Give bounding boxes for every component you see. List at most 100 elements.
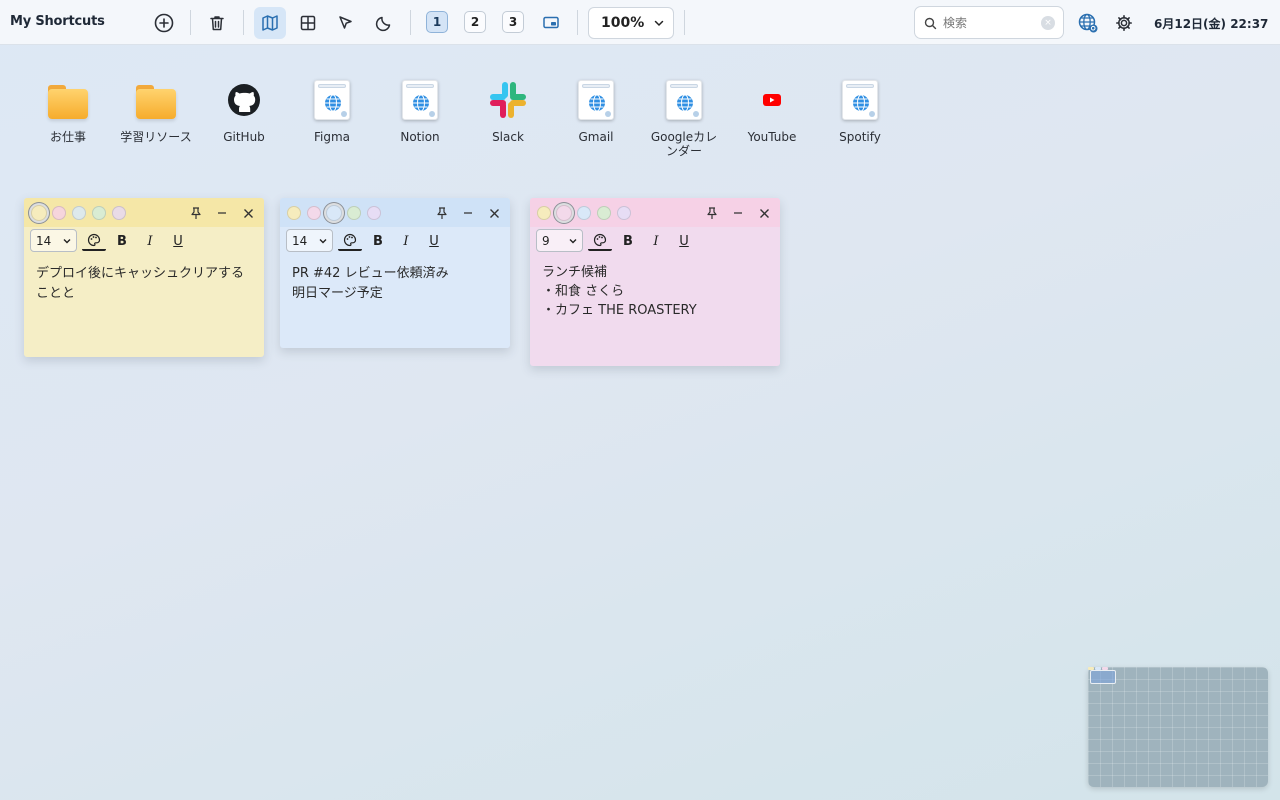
text-color-button[interactable]: [338, 231, 362, 251]
color-swatch-lavender[interactable]: [112, 206, 126, 220]
search-input[interactable]: [943, 13, 1039, 33]
shortcut-work-folder[interactable]: お仕事: [28, 78, 108, 168]
note-text[interactable]: ランチ候補 ・和食 さくら ・カフェ THE ROASTERY: [530, 254, 780, 330]
add-button[interactable]: [148, 7, 180, 39]
note-text[interactable]: PR #42 レビュー依頼済み 明日マージ予定: [280, 254, 510, 314]
note-header[interactable]: [24, 198, 264, 227]
close-button[interactable]: [756, 205, 772, 221]
palette-icon: [593, 233, 607, 247]
settings-button[interactable]: [1108, 7, 1140, 39]
text-color-button[interactable]: [82, 231, 106, 251]
bold-button[interactable]: B: [618, 231, 638, 251]
color-swatch-gray[interactable]: [72, 206, 86, 220]
toolbar: My Shortcuts 1 2 3 100% × 6月12日(金) 22:: [0, 0, 1280, 45]
italic-button[interactable]: I: [140, 231, 160, 251]
shortcut-slack[interactable]: Slack: [468, 78, 548, 168]
github-icon: [228, 84, 260, 116]
pin-button[interactable]: [188, 205, 204, 221]
color-swatch-blue[interactable]: [577, 206, 591, 220]
color-swatch-lavender[interactable]: [617, 206, 631, 220]
shortcut-label: お仕事: [49, 130, 86, 144]
delete-button[interactable]: [201, 7, 233, 39]
underline-button[interactable]: U: [424, 231, 444, 251]
minimap-note-marker: [1095, 667, 1101, 670]
font-size-select[interactable]: 14: [286, 229, 333, 252]
minimize-icon: [218, 212, 226, 214]
pin-button[interactable]: [434, 205, 450, 221]
underline-button[interactable]: U: [168, 231, 188, 251]
search-icon: [924, 17, 937, 30]
shortcut-github[interactable]: GitHub: [204, 78, 284, 168]
language-button[interactable]: [1072, 7, 1104, 39]
minimize-button[interactable]: [460, 205, 476, 221]
minimize-button[interactable]: [214, 205, 230, 221]
window-view-button[interactable]: [535, 7, 567, 39]
grid-view-button[interactable]: [292, 7, 324, 39]
pin-button[interactable]: [704, 205, 720, 221]
youtube-icon: [763, 94, 781, 106]
minimize-button[interactable]: [730, 205, 746, 221]
minimize-icon: [734, 212, 742, 214]
bold-button[interactable]: B: [112, 231, 132, 251]
webpage-icon: [578, 80, 614, 120]
font-size-select[interactable]: 14: [30, 229, 77, 252]
clear-search-button[interactable]: ×: [1041, 16, 1055, 30]
chevron-down-icon: [654, 20, 664, 27]
shortcut-label: Notion: [400, 130, 440, 144]
color-swatch-green[interactable]: [347, 206, 361, 220]
text-color-button[interactable]: [588, 231, 612, 251]
palette-icon: [343, 233, 357, 247]
note-header[interactable]: [530, 198, 780, 227]
color-swatch-lavender[interactable]: [367, 206, 381, 220]
font-size-select[interactable]: 9: [536, 229, 583, 252]
toolbar-divider: [684, 10, 685, 35]
note-header[interactable]: [280, 198, 510, 227]
color-swatch-green[interactable]: [597, 206, 611, 220]
webpage-icon: [402, 80, 438, 120]
map-view-button[interactable]: [254, 7, 286, 39]
color-swatch-green[interactable]: [92, 206, 106, 220]
shortcut-spotify[interactable]: Spotify: [820, 78, 900, 168]
select-tool-button[interactable]: [330, 7, 362, 39]
shortcut-label: Gmail: [578, 130, 614, 144]
minimap[interactable]: [1088, 667, 1268, 787]
color-swatch-pink[interactable]: [307, 206, 321, 220]
shortcut-youtube[interactable]: YouTube: [732, 78, 812, 168]
shortcut-figma[interactable]: Figma: [292, 78, 372, 168]
close-button[interactable]: [486, 205, 502, 221]
color-swatch-blue[interactable]: [326, 205, 342, 221]
sticky-note-pink[interactable]: 9 B I U ランチ候補 ・和食 さくら ・カフェ THE ROASTERY: [530, 198, 780, 366]
page-1-button[interactable]: 1: [426, 11, 448, 33]
page-3-button[interactable]: 3: [502, 11, 524, 33]
sticky-note-yellow[interactable]: 14 B I U デプロイ後にキャッシュクリアすることと: [24, 198, 264, 357]
shortcut-gmail[interactable]: Gmail: [556, 78, 636, 168]
cursor-icon: [339, 16, 352, 29]
map-icon: [262, 15, 278, 31]
color-swatch-yellow[interactable]: [537, 206, 551, 220]
note-text[interactable]: デプロイ後にキャッシュクリアすることと: [24, 254, 264, 314]
page-2-button[interactable]: 2: [464, 11, 486, 33]
shortcut-learning-folder[interactable]: 学習リソース: [116, 78, 196, 168]
font-size-value: 14: [292, 233, 308, 248]
toolbar-divider: [243, 10, 244, 35]
webpage-icon: [842, 80, 878, 120]
zoom-select[interactable]: 100%: [588, 7, 674, 39]
sticky-note-blue[interactable]: 14 B I U PR #42 レビュー依頼済み 明日マージ予定: [280, 198, 510, 348]
dark-mode-button[interactable]: [368, 7, 400, 39]
search-box[interactable]: ×: [914, 6, 1064, 39]
close-button[interactable]: [240, 205, 256, 221]
webpage-icon: [314, 80, 350, 120]
minimap-viewport[interactable]: [1090, 670, 1116, 684]
color-swatch-yellow[interactable]: [31, 205, 47, 221]
shortcut-notion[interactable]: Notion: [380, 78, 460, 168]
color-swatch-pink[interactable]: [52, 206, 66, 220]
italic-button[interactable]: I: [396, 231, 416, 251]
grid-icon: [300, 15, 316, 31]
italic-button[interactable]: I: [646, 231, 666, 251]
color-swatch-yellow[interactable]: [287, 206, 301, 220]
bold-button[interactable]: B: [368, 231, 388, 251]
moon-icon: [375, 16, 391, 32]
shortcut-google-calendar[interactable]: Googleカレンダー: [644, 78, 724, 168]
color-swatch-pink[interactable]: [556, 205, 572, 221]
underline-button[interactable]: U: [674, 231, 694, 251]
